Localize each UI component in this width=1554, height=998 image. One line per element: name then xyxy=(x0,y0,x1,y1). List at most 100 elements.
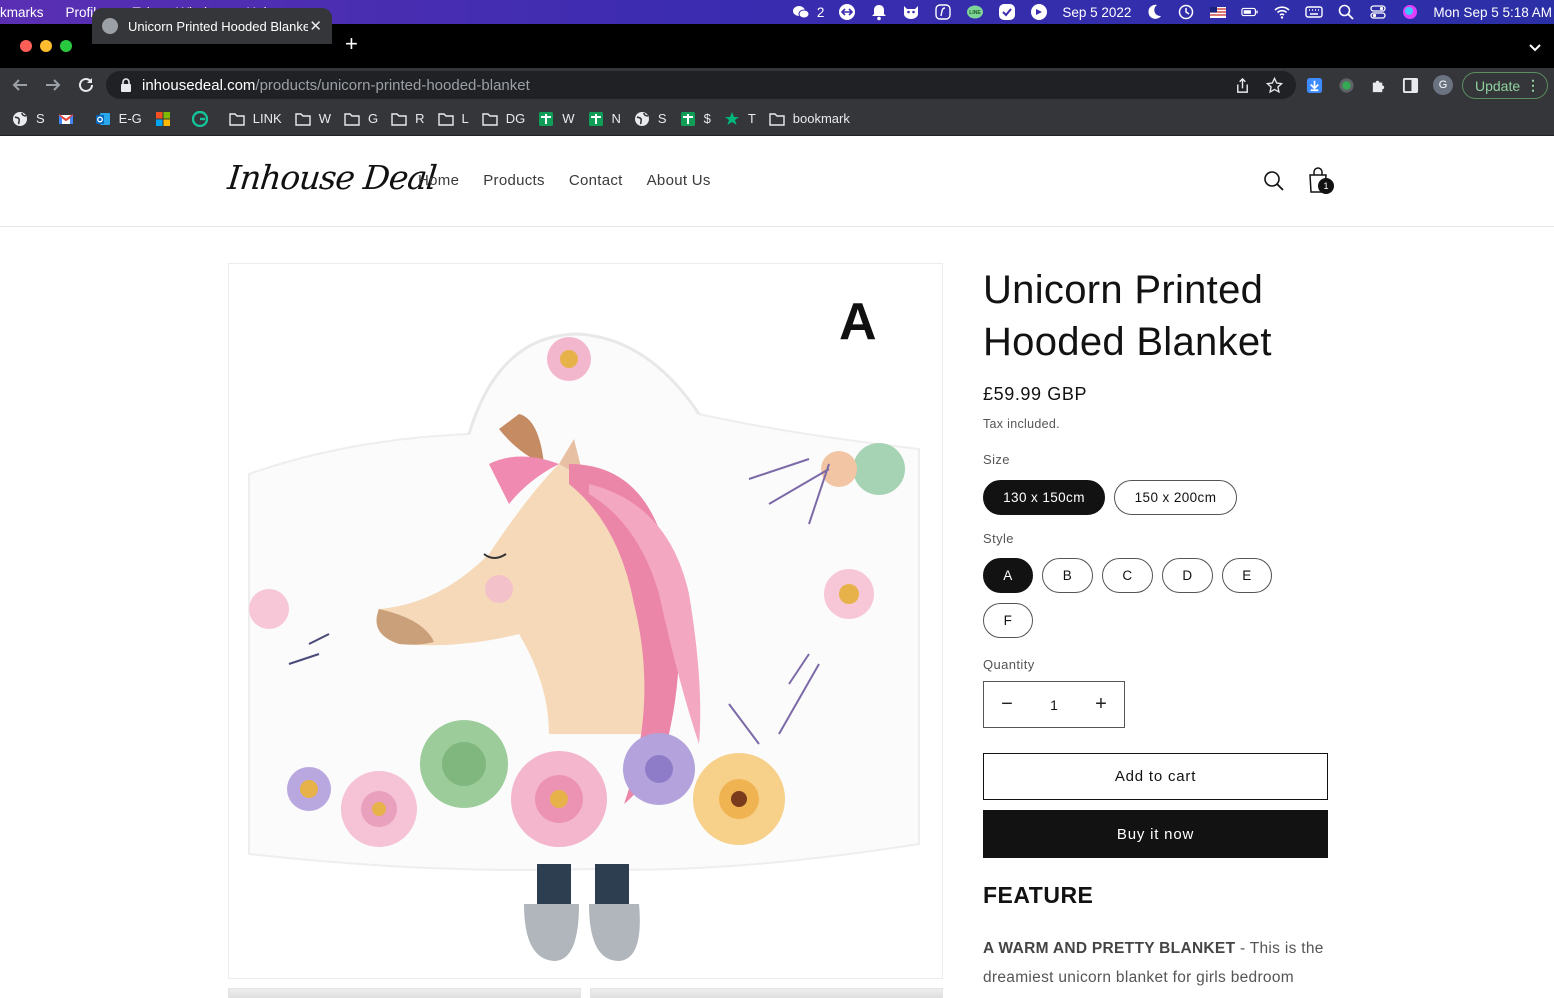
reload-button[interactable] xyxy=(76,75,96,95)
search-icon[interactable] xyxy=(1263,170,1285,192)
bookmark-item[interactable] xyxy=(58,111,82,127)
battery-icon[interactable] xyxy=(1241,3,1259,21)
bookmark-label: R xyxy=(415,111,425,126)
size-option-150x200[interactable]: 150 x 200cm xyxy=(1114,480,1237,515)
window-zoom-button[interactable] xyxy=(60,40,72,52)
us-flag-icon[interactable] xyxy=(1209,3,1227,21)
outlook-icon xyxy=(95,111,111,127)
script-icon[interactable] xyxy=(934,3,952,21)
nav-products[interactable]: Products xyxy=(483,172,545,189)
style-option-e[interactable]: E xyxy=(1222,558,1272,593)
bookmark-item[interactable]: W xyxy=(538,111,575,127)
bookmark-item[interactable]: R xyxy=(391,111,425,127)
monster-icon[interactable] xyxy=(902,3,920,21)
bookmark-item[interactable]: S xyxy=(12,111,45,127)
style-option-c[interactable]: C xyxy=(1102,558,1153,593)
bookmark-item[interactable]: E-G xyxy=(95,111,142,127)
bookmark-item[interactable]: L xyxy=(437,111,469,127)
extensions-puzzle-icon[interactable] xyxy=(1370,77,1387,94)
arrow-app-icon[interactable] xyxy=(1030,3,1048,21)
update-button[interactable]: Update ⋮ xyxy=(1462,72,1548,99)
keyboard-icon[interactable] xyxy=(1305,3,1324,21)
checkmark-app-icon[interactable] xyxy=(998,3,1016,21)
window-minimize-button[interactable] xyxy=(40,40,52,52)
download-extension-icon[interactable] xyxy=(1306,77,1323,94)
wifi-icon[interactable] xyxy=(1273,3,1291,21)
style-option-f[interactable]: F xyxy=(983,603,1033,638)
lock-icon[interactable] xyxy=(120,78,132,92)
new-tab-button[interactable]: + xyxy=(345,33,358,55)
folder-icon xyxy=(295,111,311,127)
control-center-icon[interactable] xyxy=(1369,3,1387,21)
style-option-a[interactable]: A xyxy=(983,558,1033,593)
siri-icon[interactable] xyxy=(1401,3,1419,21)
bookmark-label: DG xyxy=(505,111,526,126)
tab-search-chevron-icon[interactable] xyxy=(1528,38,1542,57)
bookmark-item[interactable]: $ xyxy=(680,111,711,127)
product-thumbnail-1[interactable] xyxy=(228,988,581,998)
grammarly-icon xyxy=(191,110,208,127)
more-menu-icon[interactable]: ⋮ xyxy=(1526,77,1540,94)
quantity-input[interactable]: 1 xyxy=(1030,697,1078,713)
store-logo[interactable]: Inhouse Deal xyxy=(226,158,438,197)
add-to-cart-button[interactable]: Add to cart xyxy=(983,753,1328,800)
bookmark-item[interactable]: DG xyxy=(482,111,526,127)
bookmark-item[interactable] xyxy=(155,111,179,127)
style-option-d[interactable]: D xyxy=(1162,558,1213,593)
window-close-button[interactable] xyxy=(20,40,32,52)
line-app-icon[interactable]: LINE xyxy=(966,3,984,21)
menubar-date: Sep 5 2022 xyxy=(1062,4,1132,20)
green-extension-icon[interactable] xyxy=(1338,77,1355,94)
buy-it-now-button[interactable]: Buy it now xyxy=(983,810,1328,858)
teamviewer-icon[interactable] xyxy=(838,3,856,21)
wechat-count: 2 xyxy=(816,4,825,20)
bookmark-label: W xyxy=(562,111,575,126)
back-button[interactable] xyxy=(10,75,30,95)
size-option-130x150[interactable]: 130 x 150cm xyxy=(983,480,1105,515)
bookmark-item[interactable]: S xyxy=(634,111,667,127)
tax-note: Tax included. xyxy=(983,417,1060,431)
browser-tab-active[interactable]: Unicorn Printed Hooded Blanket ✕ xyxy=(92,8,332,44)
forward-button[interactable] xyxy=(43,75,63,95)
product-main-image[interactable]: A xyxy=(228,263,943,979)
side-panel-icon[interactable] xyxy=(1402,77,1419,94)
style-label: Style xyxy=(983,531,1014,546)
feature-heading: FEATURE xyxy=(983,882,1094,908)
tab-favicon-icon xyxy=(102,18,118,34)
folder-icon xyxy=(482,111,498,127)
nav-contact[interactable]: Contact xyxy=(569,172,623,189)
quantity-increase-button[interactable]: + xyxy=(1078,693,1124,716)
menu-bookmarks[interactable]: kmarks xyxy=(0,5,44,20)
spotlight-search-icon[interactable] xyxy=(1337,3,1355,21)
wechat-icon[interactable] xyxy=(792,3,810,21)
nav-home[interactable]: Home xyxy=(418,172,459,189)
microsoft-icon xyxy=(155,111,171,127)
bookmark-label: W xyxy=(318,111,331,126)
sheet-icon xyxy=(588,111,604,127)
size-label: Size xyxy=(983,452,1010,467)
bookmark-item[interactable]: T xyxy=(724,111,756,127)
bookmark-star-icon[interactable] xyxy=(1266,77,1283,94)
address-bar[interactable]: inhousedeal.com/products/unicorn-printed… xyxy=(106,71,1296,99)
product-title: Unicorn Printed Hooded Blanket xyxy=(983,268,1272,364)
sheet-icon xyxy=(680,111,696,127)
bookmark-item[interactable] xyxy=(191,110,216,127)
quantity-decrease-button[interactable]: − xyxy=(984,693,1030,716)
bookmark-item[interactable]: W xyxy=(295,111,331,127)
nav-about-us[interactable]: About Us xyxy=(647,172,711,189)
time-machine-icon[interactable] xyxy=(1177,3,1195,21)
product-thumbnail-2[interactable] xyxy=(590,988,943,998)
moon-icon[interactable] xyxy=(1145,3,1163,21)
gmail-icon xyxy=(58,111,74,127)
share-icon[interactable] xyxy=(1234,77,1251,94)
style-option-b[interactable]: B xyxy=(1042,558,1093,593)
notification-bell-icon[interactable] xyxy=(870,3,888,21)
folder-icon xyxy=(769,111,785,127)
profile-avatar[interactable]: G xyxy=(1433,75,1453,95)
bookmark-item[interactable]: N xyxy=(588,111,621,127)
bookmark-item[interactable]: G xyxy=(344,111,378,127)
bookmark-item[interactable]: bookmark xyxy=(769,111,850,127)
browser-toolbar: inhousedeal.com/products/unicorn-printed… xyxy=(0,68,1554,102)
tab-close-icon[interactable]: ✕ xyxy=(309,17,322,35)
bookmark-item[interactable]: LINK xyxy=(229,111,282,127)
